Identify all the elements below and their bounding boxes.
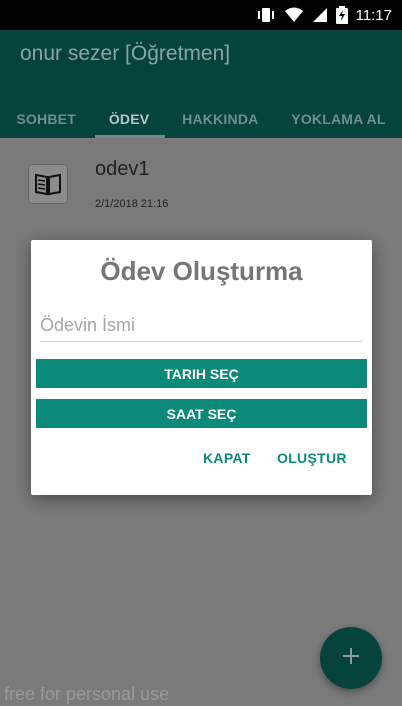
book-icon <box>28 164 68 204</box>
create-button[interactable]: OLUŞTUR <box>277 450 347 466</box>
select-date-button[interactable]: TARIH SEÇ <box>36 359 367 388</box>
tab-odev[interactable]: ÖDEV <box>92 100 165 138</box>
watermark-text: free for personal use <box>4 684 170 704</box>
tab-sohbet[interactable]: SOHBET <box>0 100 92 138</box>
app-title: onur sezer [Öğretmen] <box>20 42 231 65</box>
select-time-button[interactable]: SAAT SEÇ <box>36 399 367 428</box>
plus-icon <box>343 647 359 669</box>
homework-name-input[interactable] <box>40 310 362 342</box>
list-item-date: 2/1/2018 21:16 <box>95 198 169 210</box>
status-bar: 11:17 <box>0 0 402 30</box>
tab-hakkinda[interactable]: HAKKINDA <box>166 100 275 138</box>
list-item[interactable]: odev1 2/1/2018 21:16 <box>0 140 402 230</box>
add-homework-button[interactable] <box>320 627 382 689</box>
close-button[interactable]: KAPAT <box>203 450 251 466</box>
dialog-title: Ödev Oluşturma <box>100 256 303 286</box>
active-tab-indicator <box>95 135 165 138</box>
wifi-icon <box>284 6 304 24</box>
tab-bar: SOHBET ÖDEV HAKKINDA YOKLAMA AL <box>0 100 402 138</box>
app-bar: onur sezer [Öğretmen] SOHBET ÖDEV HAKKIN… <box>0 30 402 138</box>
vibrate-icon <box>256 6 276 24</box>
tab-yoklama-al[interactable]: YOKLAMA AL <box>275 100 402 138</box>
list-item-title: odev1 <box>95 158 150 180</box>
create-homework-dialog: Ödev Oluşturma TARIH SEÇ SAAT SEÇ KAPAT … <box>31 240 372 495</box>
status-time: 11:17 <box>355 6 392 24</box>
signal-icon <box>312 6 328 24</box>
battery-charging-icon <box>335 6 348 24</box>
